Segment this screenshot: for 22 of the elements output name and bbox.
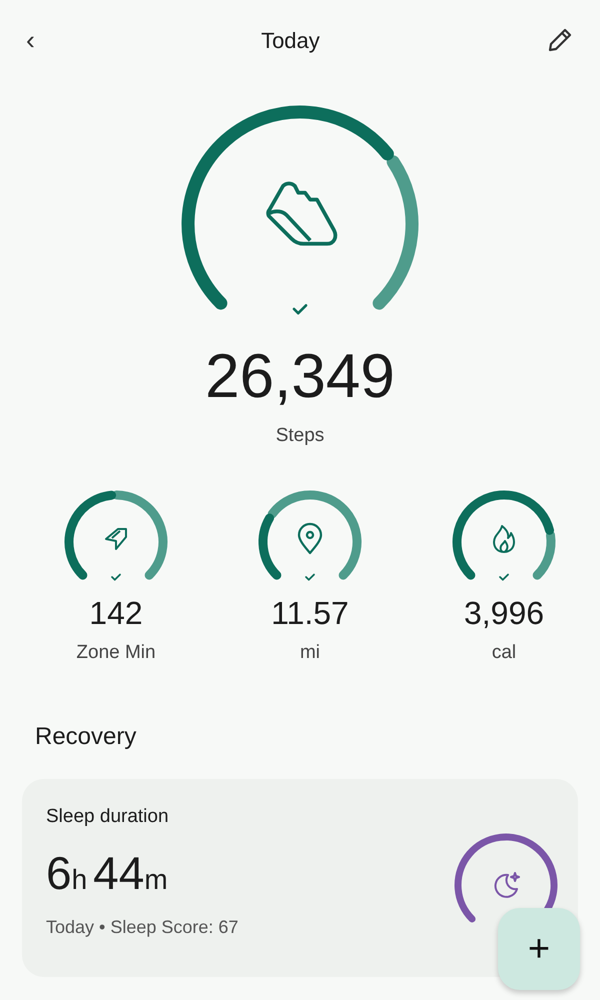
flame-icon bbox=[493, 524, 515, 552]
metric-value: 3,996 bbox=[464, 596, 544, 628]
metric-value: 11.57 bbox=[271, 596, 349, 628]
metric-value: 142 bbox=[89, 596, 143, 628]
moon-icon bbox=[494, 872, 520, 898]
metric-label: mi bbox=[300, 640, 320, 664]
steps-count: 26,349 bbox=[205, 346, 395, 408]
steps-label: Steps bbox=[276, 424, 324, 448]
shoe-icon bbox=[266, 182, 338, 246]
metric-label: cal bbox=[492, 640, 516, 664]
metric-label: Zone Min bbox=[76, 640, 156, 664]
sleep-duration: 6h 44m bbox=[46, 850, 169, 896]
card-title: Sleep duration bbox=[46, 805, 170, 829]
arrows-icon bbox=[105, 528, 127, 550]
ring-track bbox=[532, 530, 556, 580]
location-pin-icon bbox=[298, 522, 322, 554]
add-button[interactable]: + bbox=[498, 908, 580, 990]
progress-arc bbox=[258, 513, 282, 580]
section-heading: Recovery bbox=[34, 722, 138, 752]
page-title: Today bbox=[261, 26, 320, 55]
back-button[interactable]: ‹ bbox=[26, 26, 35, 54]
card-subtitle: Today • Sleep Score: 67 bbox=[46, 916, 238, 939]
